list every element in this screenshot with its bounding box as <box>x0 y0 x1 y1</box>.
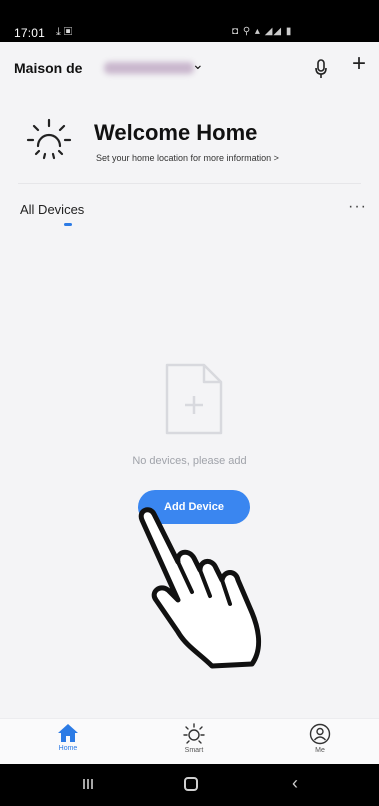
empty-state-text: No devices, please add <box>132 455 247 467</box>
back-icon[interactable]: ‹ <box>292 773 298 794</box>
microphone-icon[interactable] <box>314 59 328 79</box>
status-system-icons: ◘ ⚲ ▴ ◢◢ ▮ <box>232 26 293 37</box>
nav-home-icon[interactable] <box>184 777 198 791</box>
chevron-down-icon[interactable]: ⌄ <box>192 56 204 73</box>
tab-all-devices[interactable]: All Devices <box>20 202 84 217</box>
tab-me[interactable]: Me <box>290 723 350 754</box>
sun-icon <box>26 118 72 160</box>
home-selector-label[interactable]: Maison de <box>14 60 82 76</box>
recent-apps-icon[interactable] <box>82 778 94 790</box>
pointing-hand-icon <box>138 507 261 669</box>
empty-document-icon <box>165 363 223 435</box>
home-icon <box>58 724 78 742</box>
tab-smart-label: Smart <box>184 747 204 754</box>
tab-me-label: Me <box>315 747 325 754</box>
tab-home-label: Home <box>58 745 78 752</box>
tab-home[interactable]: Home <box>38 723 98 752</box>
welcome-subtitle-link[interactable]: Set your home location for more informat… <box>96 153 279 163</box>
top-bar: Maison de ⌄ + <box>0 42 379 92</box>
tab-smart[interactable]: Smart <box>164 723 224 754</box>
status-notification-icons: ⤓ ▣ <box>56 26 73 38</box>
add-icon[interactable]: + <box>352 52 366 76</box>
sun-icon <box>183 723 205 744</box>
person-icon <box>309 723 331 745</box>
divider <box>18 183 361 184</box>
status-time: 17:01 <box>14 26 46 40</box>
bottom-tab-bar: Home Smart Me <box>0 718 379 764</box>
tab-active-indicator <box>64 223 72 226</box>
welcome-banner[interactable]: Welcome Home Set your home location for … <box>0 102 379 182</box>
welcome-title: Welcome Home <box>94 120 258 145</box>
status-bar: 17:01 ⤓ ▣ ◘ ⚲ ▴ ◢◢ ▮ <box>0 0 379 42</box>
system-nav-bar: ‹ <box>0 764 379 806</box>
app-screen: Maison de ⌄ + Welcome Home Set your home… <box>0 42 379 764</box>
home-name-redacted <box>104 62 194 74</box>
more-icon[interactable]: ··· <box>348 198 367 216</box>
